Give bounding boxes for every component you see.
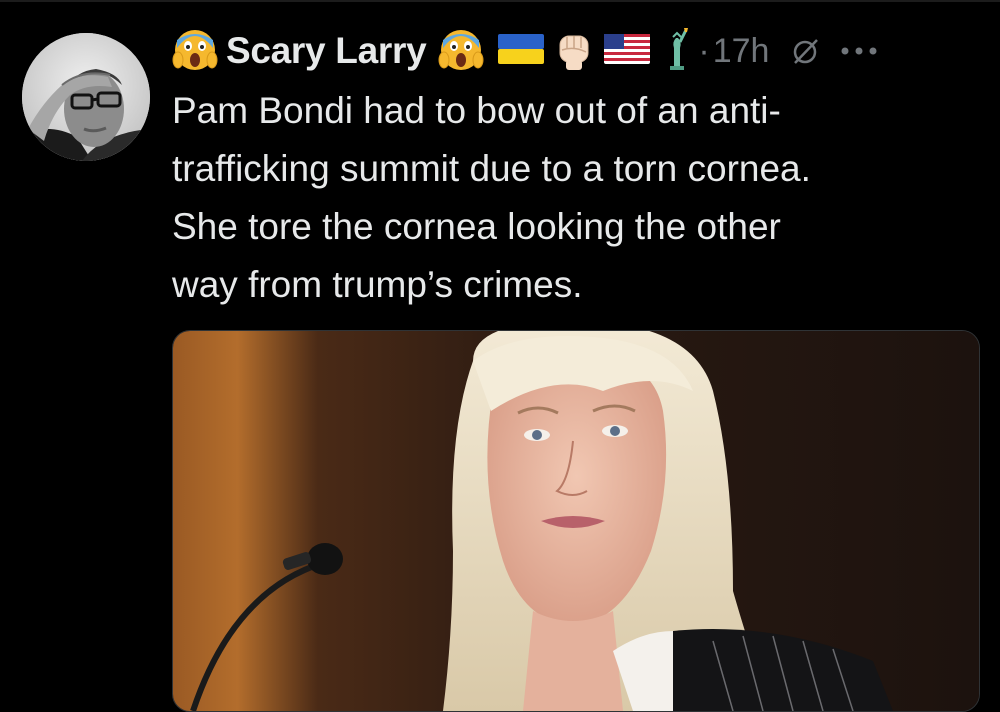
tweet-text-line: trafficking summit due to a torn cornea. (172, 148, 811, 189)
display-name[interactable]: Scary Larry (226, 30, 427, 72)
screaming-face-icon (172, 26, 218, 77)
avatar[interactable] (22, 33, 150, 161)
separator: · (698, 31, 710, 70)
statue-of-liberty-icon (662, 26, 692, 77)
tweet-photo[interactable] (172, 330, 980, 712)
tweet[interactable]: Scary Larry · 17h Pam Bondi had to bow o… (0, 0, 1000, 712)
more-options-icon[interactable] (839, 45, 879, 57)
timestamp[interactable]: 17h (713, 32, 770, 71)
avatar-image (22, 33, 150, 161)
divider (0, 0, 1000, 2)
ukraine-flag-icon (498, 33, 545, 69)
grok-icon[interactable] (791, 36, 821, 66)
tweet-text: Pam Bondi had to bow out of an anti- tra… (172, 82, 972, 314)
photo-image (173, 331, 979, 711)
raised-fist-icon (554, 26, 594, 77)
screaming-face-icon (438, 26, 484, 77)
tweet-text-line: Pam Bondi had to bow out of an anti- (172, 90, 781, 131)
tweet-text-line: way from trump’s crimes. (172, 264, 583, 305)
us-flag-icon (604, 33, 651, 69)
tweet-text-line: She tore the cornea looking the other (172, 206, 781, 247)
tweet-header: Scary Larry · 17h (172, 26, 879, 76)
